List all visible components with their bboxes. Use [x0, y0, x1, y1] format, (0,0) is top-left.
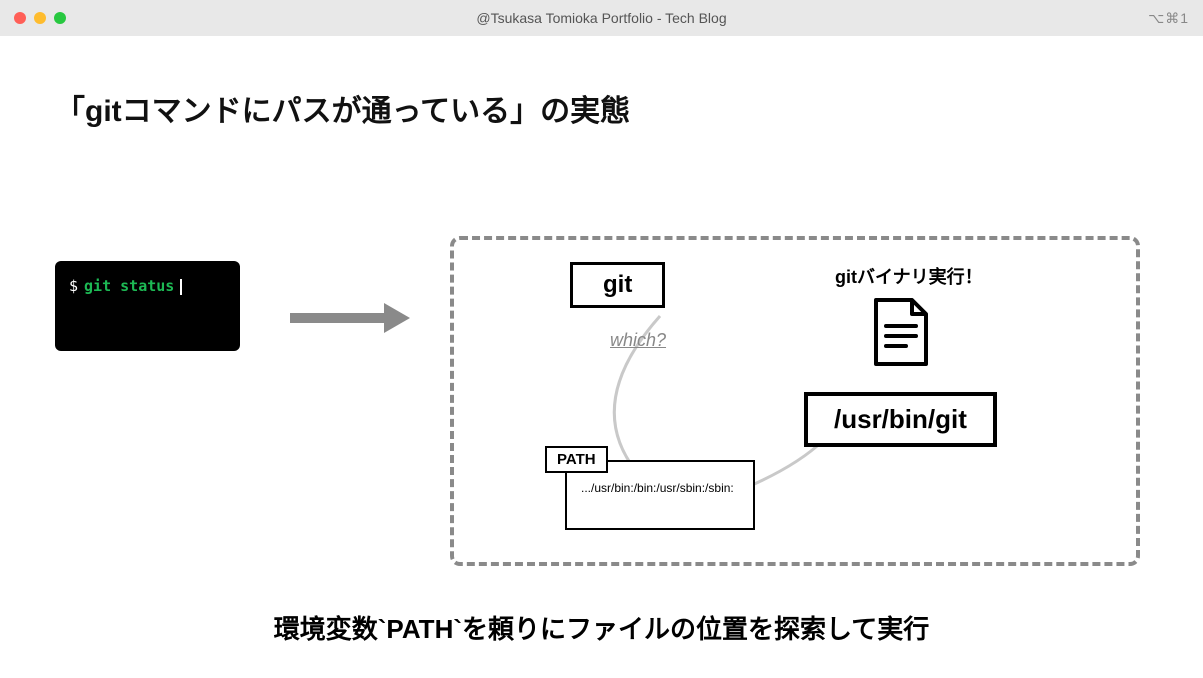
cursor-icon	[180, 279, 182, 295]
window-title: @Tsukasa Tomioka Portfolio - Tech Blog	[0, 10, 1203, 26]
git-command-box: git	[570, 262, 665, 308]
window-titlebar: @Tsukasa Tomioka Portfolio - Tech Blog ⌥…	[0, 0, 1203, 36]
document-icon	[870, 296, 932, 368]
terminal-command: git status	[84, 277, 174, 295]
slide-content: 「gitコマンドにパスが通っている」の実態 $ git status git wh…	[0, 36, 1203, 678]
binary-exec-label: gitバイナリ実行！	[835, 263, 983, 289]
resolved-path-box: /usr/bin/git	[804, 392, 997, 447]
terminal-window: $ git status	[55, 261, 240, 351]
page-title: 「gitコマンドにパスが通っている」の実態	[55, 86, 1148, 130]
footer-caption: 環境変数`PATH`を頼りにファイルの位置を探索して実行	[0, 609, 1203, 646]
arrow-right-icon	[290, 306, 410, 328]
path-label-box: PATH	[545, 446, 608, 473]
terminal-prompt: $	[69, 277, 78, 295]
window-shortcut: ⌥⌘1	[1148, 10, 1189, 27]
which-annotation: which?	[610, 330, 666, 351]
